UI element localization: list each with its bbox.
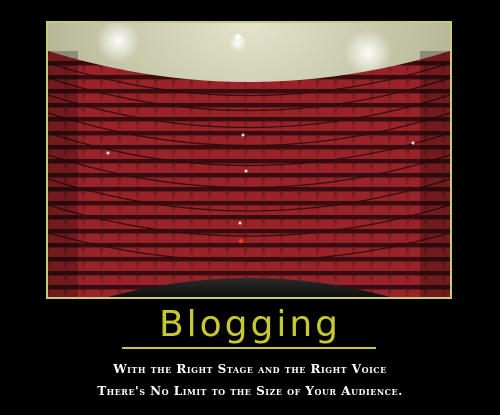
auditorium-illustration: [48, 23, 450, 297]
caption-line-1: With the Right Stage and the Right Voice: [113, 362, 387, 376]
poster-title: Blogging: [158, 304, 342, 345]
motivational-poster: Blogging With the Right Stage and the Ri…: [0, 0, 500, 415]
auditorium-photo: [46, 21, 452, 299]
title-underline: [122, 347, 376, 349]
caption-line-2: There's No Limit to the Size of Your Aud…: [97, 384, 403, 398]
